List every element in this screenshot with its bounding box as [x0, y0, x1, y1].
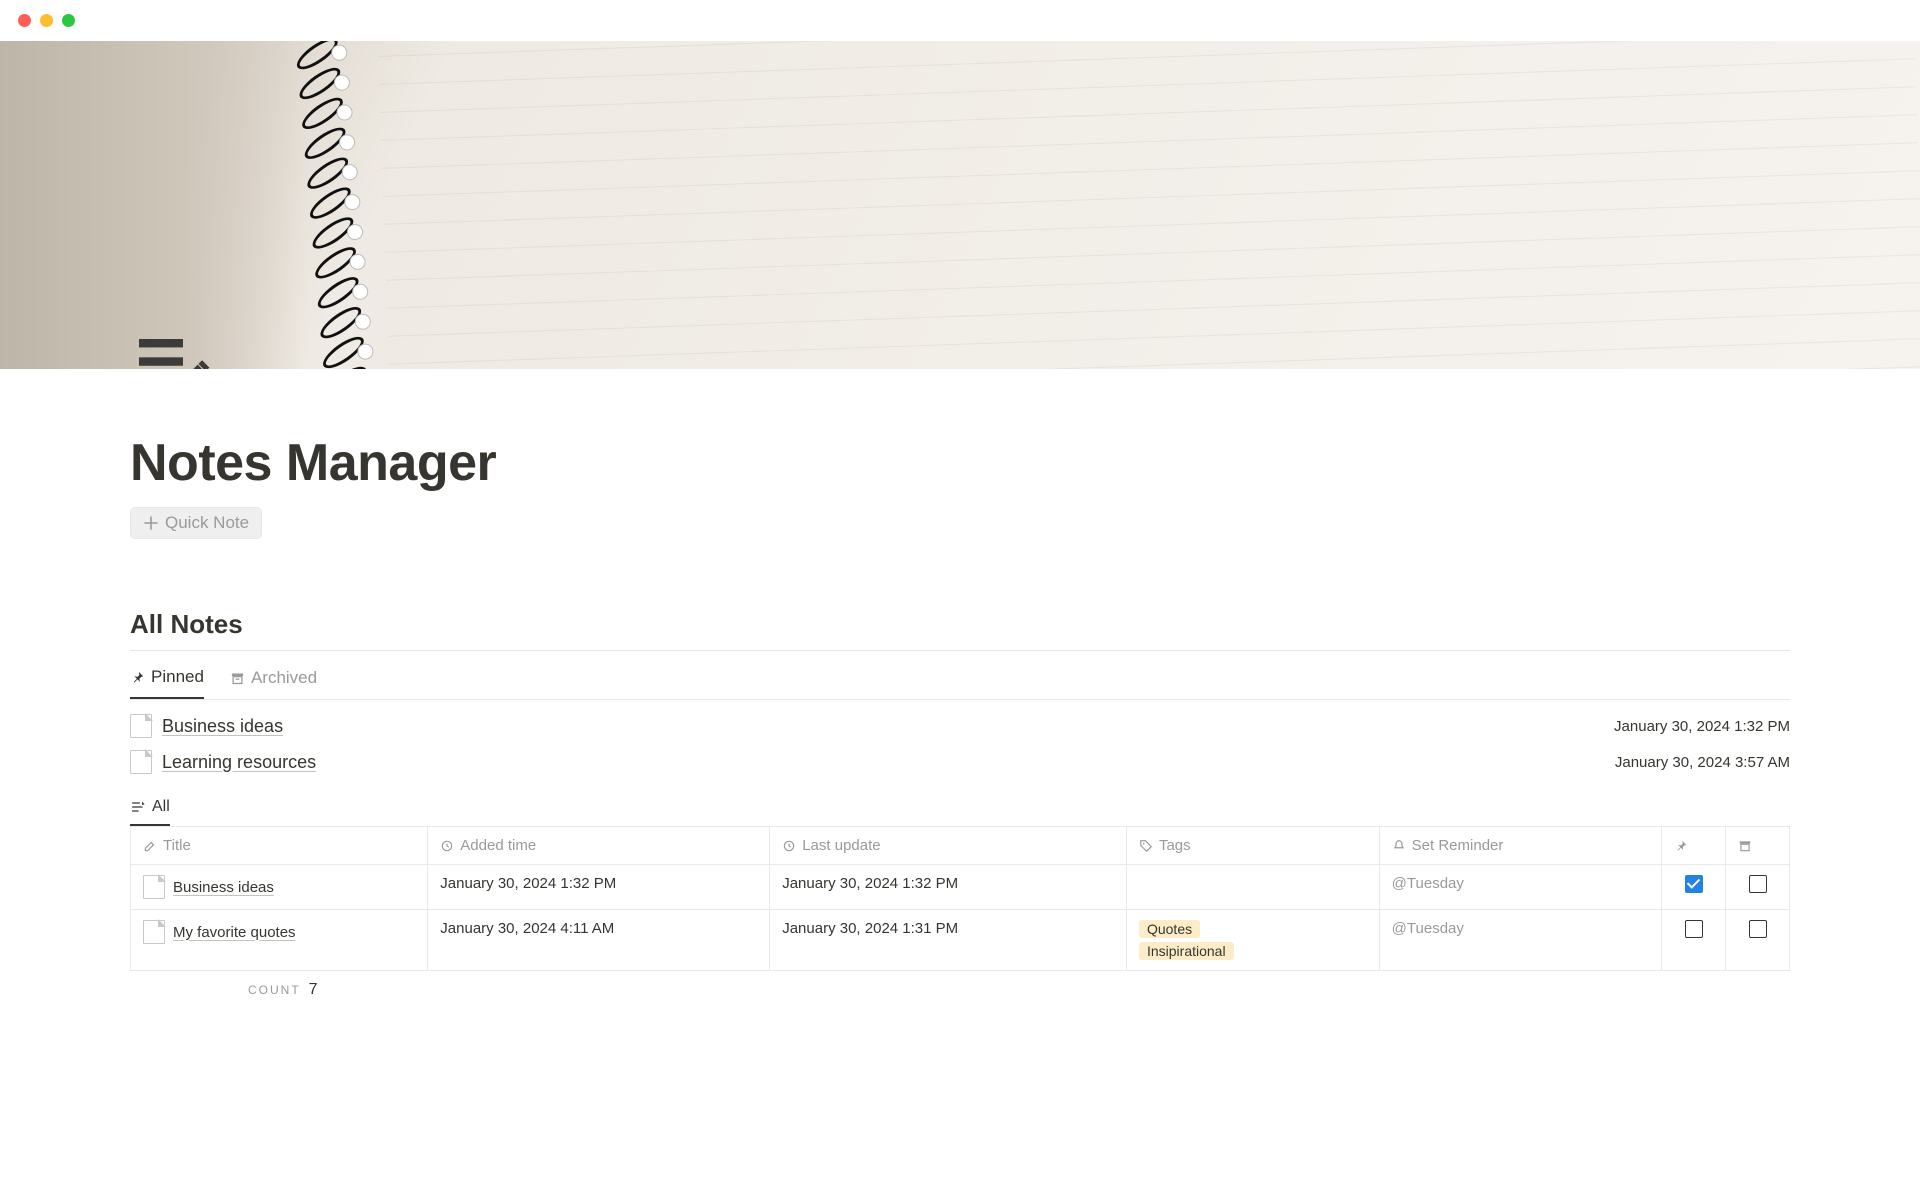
row-title-text: My favorite quotes	[173, 924, 296, 941]
page-title[interactable]: Notes Manager	[130, 433, 1790, 493]
tab-archived-label: Archived	[251, 668, 317, 688]
page-doc-icon	[130, 714, 152, 738]
view-tab-all-label: All	[152, 798, 170, 816]
pinned-list: Business ideas January 30, 2024 1:32 PM …	[130, 708, 1790, 780]
pinned-item-date: January 30, 2024 3:57 AM	[1615, 754, 1790, 771]
row-added: January 30, 2024 1:32 PM	[428, 865, 770, 910]
page-doc-icon	[130, 750, 152, 774]
col-added-header[interactable]: Added time	[428, 827, 770, 865]
quick-note-button[interactable]: Quick Note	[130, 507, 262, 539]
cover-image[interactable]	[0, 41, 1920, 369]
count-label: COUNT	[248, 983, 301, 997]
pinned-item-title: Learning resources	[162, 752, 316, 773]
col-tags-header[interactable]: Tags	[1126, 827, 1379, 865]
notebook-lines-decoration	[377, 41, 1920, 369]
pin-checkbox[interactable]	[1685, 920, 1703, 938]
minimize-window-button[interactable]	[40, 14, 53, 27]
notes-table: Title Added time Last update	[130, 827, 1790, 971]
table-row[interactable]: Business ideas January 30, 2024 1:32 PM …	[131, 865, 1790, 910]
pin-icon	[1674, 839, 1688, 853]
row-reminder: @Tuesday	[1379, 865, 1661, 910]
col-reminder-header[interactable]: Set Reminder	[1379, 827, 1661, 865]
tag-pill[interactable]: Insipirational	[1139, 942, 1234, 960]
table-view-tabs: All	[130, 798, 1790, 827]
tab-pinned-label: Pinned	[151, 667, 204, 687]
pinned-item[interactable]: Learning resources January 30, 2024 3:57…	[130, 744, 1790, 780]
page-doc-icon	[143, 920, 165, 944]
row-tags: Quotes Insipirational	[1126, 910, 1379, 971]
pinned-item-date: January 30, 2024 1:32 PM	[1614, 718, 1790, 735]
page-doc-icon	[143, 875, 165, 899]
col-archive-header[interactable]	[1726, 827, 1790, 865]
close-window-button[interactable]	[18, 14, 31, 27]
col-pin-header[interactable]	[1662, 827, 1726, 865]
clock-icon	[440, 839, 454, 853]
pinned-item[interactable]: Business ideas January 30, 2024 1:32 PM	[130, 708, 1790, 744]
row-added: January 30, 2024 4:11 AM	[428, 910, 770, 971]
plus-icon	[143, 515, 159, 531]
row-updated: January 30, 2024 1:31 PM	[770, 910, 1127, 971]
row-updated: January 30, 2024 1:32 PM	[770, 865, 1127, 910]
maximize-window-button[interactable]	[62, 14, 75, 27]
bell-icon	[1392, 839, 1406, 853]
row-tags	[1126, 865, 1379, 910]
table-row[interactable]: My favorite quotes January 30, 2024 4:11…	[131, 910, 1790, 971]
list-icon	[130, 799, 146, 815]
tag-icon	[1139, 839, 1153, 853]
archive-checkbox[interactable]	[1749, 920, 1767, 938]
clock-icon	[782, 839, 796, 853]
count-summary: COUNT 7	[248, 981, 1790, 999]
view-tab-all[interactable]: All	[130, 798, 170, 826]
archive-icon	[230, 671, 245, 686]
tab-pinned[interactable]: Pinned	[130, 667, 204, 699]
page-icon[interactable]	[128, 317, 216, 369]
count-value: 7	[309, 981, 318, 999]
pin-icon	[130, 670, 145, 685]
tab-archived[interactable]: Archived	[230, 667, 317, 699]
row-title-text: Business ideas	[173, 879, 274, 896]
section-title: All Notes	[130, 609, 1790, 651]
row-reminder: @Tuesday	[1379, 910, 1661, 971]
archive-icon	[1738, 839, 1752, 853]
col-title-header[interactable]: Title	[131, 827, 428, 865]
pin-checkbox[interactable]	[1685, 875, 1703, 893]
table-header-row: Title Added time Last update	[131, 827, 1790, 865]
window-controls	[0, 0, 1920, 41]
pinned-archived-tabs: Pinned Archived	[130, 667, 1790, 700]
quick-note-label: Quick Note	[165, 513, 249, 533]
pinned-item-title: Business ideas	[162, 716, 283, 737]
col-updated-header[interactable]: Last update	[770, 827, 1127, 865]
edit-icon	[143, 839, 157, 853]
archive-checkbox[interactable]	[1749, 875, 1767, 893]
tag-pill[interactable]: Quotes	[1139, 920, 1200, 938]
